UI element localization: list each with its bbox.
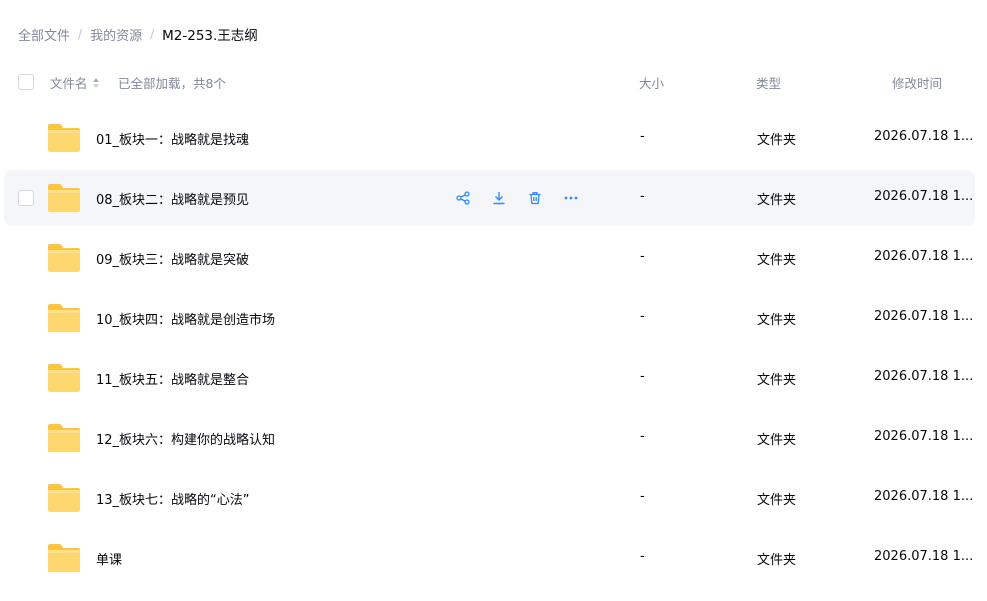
modified-time: 2026.07.18 1... bbox=[874, 249, 974, 264]
file-row[interactable]: 11_板块五：战略就是整合 - 文件夹 2026.07.18 1... bbox=[0, 348, 987, 408]
file-type: 文件夹 bbox=[757, 433, 797, 448]
file-type: 文件夹 bbox=[757, 373, 797, 388]
file-size: - bbox=[640, 369, 645, 384]
folder-icon bbox=[46, 422, 82, 454]
select-all-checkbox[interactable] bbox=[18, 74, 34, 90]
file-row[interactable]: 01_板块一：战略就是找魂 - 文件夹 2026.07.18 1... bbox=[0, 108, 987, 168]
sort-icon[interactable] bbox=[92, 77, 100, 89]
folder-icon bbox=[46, 182, 82, 214]
delete-button[interactable] bbox=[522, 186, 548, 210]
file-row[interactable]: 单课 - 文件夹 2026.07.18 1... bbox=[0, 528, 987, 588]
column-header-size[interactable]: 大小 bbox=[639, 73, 664, 92]
load-status: 已全部加载，共8个 bbox=[118, 76, 226, 91]
column-name-label: 文件名 bbox=[50, 76, 88, 91]
modified-time: 2026.07.18 1... bbox=[874, 429, 974, 444]
folder-icon bbox=[46, 482, 82, 514]
more-button[interactable] bbox=[558, 186, 584, 210]
file-name[interactable]: 10_板块四：战略就是创造市场 bbox=[96, 309, 275, 328]
more-icon bbox=[564, 191, 578, 205]
column-header-type[interactable]: 类型 bbox=[756, 73, 781, 92]
file-type: 文件夹 bbox=[757, 193, 797, 208]
file-type: 文件夹 bbox=[757, 133, 797, 148]
file-list: 01_板块一：战略就是找魂 - 文件夹 2026.07.18 1... 08_板… bbox=[0, 108, 987, 588]
row-actions bbox=[450, 186, 584, 210]
breadcrumb-my-resources[interactable]: 我的资源 bbox=[90, 25, 142, 44]
file-name[interactable]: 08_板块二：战略就是预见 bbox=[96, 189, 249, 208]
row-checkbox[interactable] bbox=[18, 190, 34, 206]
file-size: - bbox=[640, 309, 645, 324]
file-list-header: 文件名 已全部加载，共8个 大小 类型 修改时间 bbox=[0, 64, 987, 100]
folder-icon bbox=[46, 242, 82, 274]
file-row[interactable]: 10_板块四：战略就是创造市场 - 文件夹 2026.07.18 1... bbox=[0, 288, 987, 348]
modified-time: 2026.07.18 1... bbox=[874, 309, 974, 324]
folder-icon bbox=[46, 542, 82, 574]
modified-time: 2026.07.18 1... bbox=[874, 549, 974, 564]
file-name[interactable]: 01_板块一：战略就是找魂 bbox=[96, 129, 249, 148]
file-type: 文件夹 bbox=[757, 253, 797, 268]
folder-icon bbox=[46, 122, 82, 154]
breadcrumb-current-folder: M2-253.王志纲 bbox=[162, 28, 258, 44]
file-name[interactable]: 09_板块三：战略就是突破 bbox=[96, 249, 249, 268]
share-button[interactable] bbox=[450, 186, 476, 210]
share-icon bbox=[456, 191, 470, 205]
folder-icon bbox=[46, 362, 82, 394]
file-row[interactable]: 13_板块七：战略的“心法” - 文件夹 2026.07.18 1... bbox=[0, 468, 987, 528]
file-row[interactable]: 09_板块三：战略就是突破 - 文件夹 2026.07.18 1... bbox=[0, 228, 987, 288]
file-type: 文件夹 bbox=[757, 313, 797, 328]
download-icon bbox=[492, 191, 506, 205]
modified-time: 2026.07.18 1... bbox=[874, 489, 974, 504]
folder-icon bbox=[46, 302, 82, 334]
breadcrumb-separator: / bbox=[150, 27, 155, 41]
breadcrumb-separator: / bbox=[78, 27, 83, 41]
modified-time: 2026.07.18 1... bbox=[874, 369, 974, 384]
file-name[interactable]: 11_板块五：战略就是整合 bbox=[96, 369, 249, 388]
file-type: 文件夹 bbox=[757, 493, 797, 508]
file-name[interactable]: 13_板块七：战略的“心法” bbox=[96, 489, 250, 508]
file-size: - bbox=[640, 249, 645, 264]
file-size: - bbox=[640, 129, 645, 144]
file-name[interactable]: 单课 bbox=[96, 549, 122, 568]
file-size: - bbox=[640, 489, 645, 504]
modified-time: 2026.07.18 1... bbox=[874, 129, 974, 144]
breadcrumb-all-files[interactable]: 全部文件 bbox=[18, 25, 70, 44]
column-header-modified-time[interactable]: 修改时间 bbox=[892, 73, 942, 92]
modified-time: 2026.07.18 1... bbox=[874, 189, 974, 204]
file-size: - bbox=[640, 189, 645, 204]
file-name[interactable]: 12_板块六：构建你的战略认知 bbox=[96, 429, 275, 448]
delete-icon bbox=[528, 191, 542, 205]
file-size: - bbox=[640, 549, 645, 564]
file-row[interactable]: 08_板块二：战略就是预见 - 文件夹 2026.07.18 1... bbox=[0, 168, 987, 228]
file-row[interactable]: 12_板块六：构建你的战略认知 - 文件夹 2026.07.18 1... bbox=[0, 408, 987, 468]
breadcrumb: 全部文件 / 我的资源 / M2-253.王志纲 bbox=[18, 22, 258, 46]
column-header-name[interactable]: 文件名 bbox=[50, 73, 100, 92]
download-button[interactable] bbox=[486, 186, 512, 210]
file-type: 文件夹 bbox=[757, 553, 797, 568]
file-size: - bbox=[640, 429, 645, 444]
